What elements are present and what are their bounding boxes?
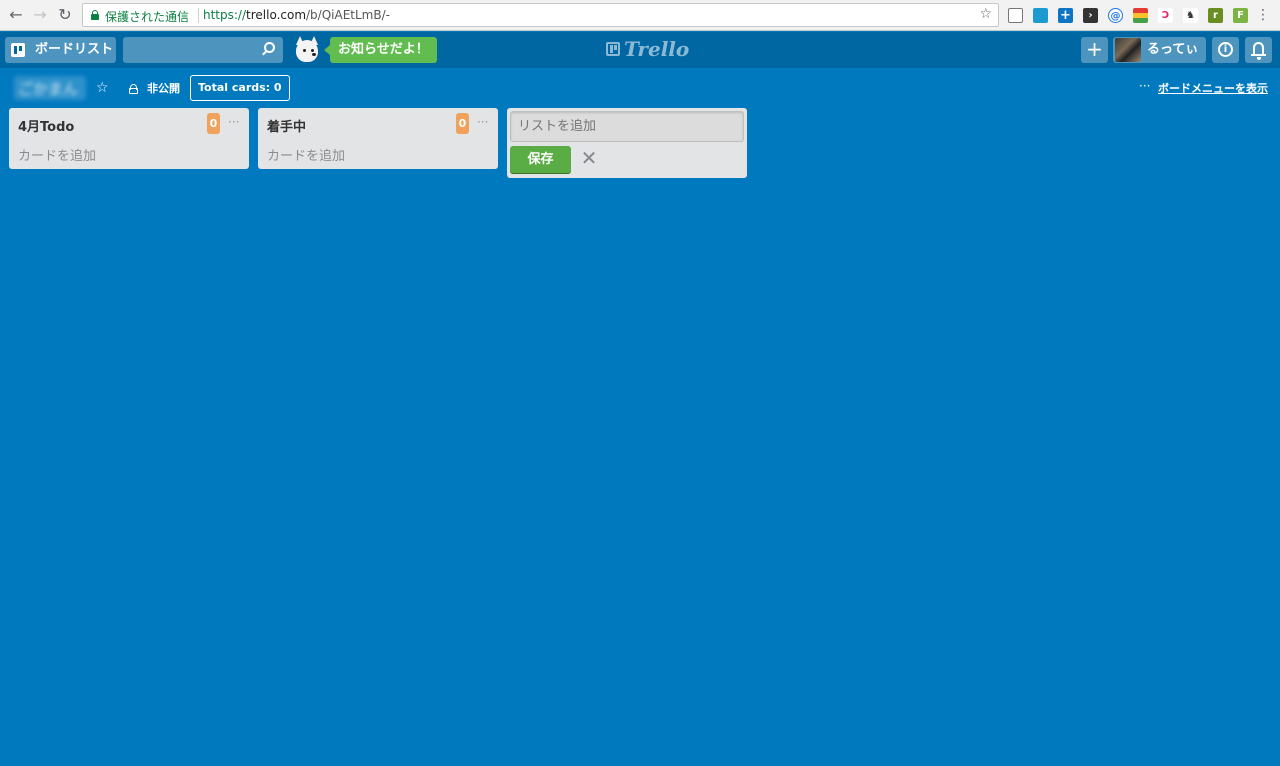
f-extension-icon[interactable]: F <box>1233 8 1248 23</box>
taco-mascot-icon[interactable] <box>290 34 324 68</box>
visibility-label[interactable]: 非公開 <box>147 80 180 96</box>
color-extension-icon[interactable] <box>1133 8 1148 23</box>
plus-extension-icon[interactable]: + <box>1058 8 1073 23</box>
browser-menu-icon[interactable]: ⋮ <box>1256 6 1270 24</box>
boards-button-label: ボードリスト <box>35 42 114 57</box>
list-menu-icon[interactable]: ··· <box>228 115 239 129</box>
browser-toolbar: ← → ↻ 保護された通信 https://trello.com/b/QiAEt… <box>0 0 1280 31</box>
evernote-extension-icon[interactable]: ♞ <box>1183 8 1198 23</box>
back-arrow-icon[interactable]: ← <box>6 5 26 25</box>
notifications-button[interactable] <box>1245 37 1272 63</box>
trello-logo-text[interactable]: Trello <box>624 38 689 60</box>
trello-logo-icon[interactable] <box>606 42 620 56</box>
add-card-link[interactable]: カードを追加 <box>18 145 96 164</box>
lock-icon <box>91 10 99 20</box>
forward-arrow-icon[interactable]: → <box>30 5 50 25</box>
member-menu-button[interactable]: るってぃ <box>1113 37 1206 63</box>
more-dots-icon[interactable]: ··· <box>1139 79 1150 93</box>
pocket-extension-icon[interactable]: Ɔ <box>1158 8 1173 23</box>
show-board-menu-link[interactable]: ボードメニューを表示 <box>1158 80 1268 96</box>
close-icon[interactable]: ✕ <box>579 148 599 168</box>
search-icon[interactable] <box>264 42 275 53</box>
board-title-text: ごかまん <box>18 80 79 98</box>
reload-icon[interactable]: ↻ <box>55 5 75 25</box>
news-button[interactable]: お知らせだよ！ <box>324 37 437 63</box>
info-icon: i <box>1218 42 1233 57</box>
search-input[interactable] <box>123 37 283 63</box>
address-separator <box>198 8 199 23</box>
boards-button[interactable]: ボードリスト <box>5 37 116 63</box>
add-list-composer: 保存 ✕ <box>507 108 747 178</box>
user-name: るってぃ <box>1147 42 1199 57</box>
list-title[interactable]: 4月Todo <box>18 116 74 135</box>
private-lock-icon[interactable] <box>129 84 138 94</box>
save-button[interactable]: 保存 <box>510 146 571 173</box>
bookmark-star-icon[interactable]: ☆ <box>979 6 992 22</box>
add-card-link[interactable]: カードを追加 <box>267 145 345 164</box>
star-icon[interactable]: ☆ <box>96 78 109 98</box>
at-extension-icon[interactable]: @ <box>1108 8 1123 23</box>
board-title[interactable]: ごかまん <box>14 76 86 100</box>
list: 着手中 0 ··· カードを追加 <box>258 108 498 169</box>
add-list-input[interactable] <box>510 111 744 142</box>
url-scheme: https:// <box>203 8 247 22</box>
list: 4月Todo 0 ··· カードを追加 <box>9 108 249 169</box>
url-path: /b/QiAEtLmB/- <box>306 8 390 22</box>
list-menu-icon[interactable]: ··· <box>477 115 488 129</box>
url-host: trello.com <box>246 8 307 22</box>
list-title[interactable]: 着手中 <box>267 116 306 135</box>
board-icon <box>11 43 25 57</box>
url-text[interactable]: https://trello.com/b/QiAEtLmB/- <box>203 8 390 22</box>
avatar <box>1115 38 1141 62</box>
bell-icon <box>1251 42 1266 60</box>
feedly-extension-icon[interactable]: r <box>1208 8 1223 23</box>
secure-label: 保護された通信 <box>105 10 190 24</box>
card-count-badge: 0 <box>207 113 220 134</box>
info-button[interactable]: i <box>1212 37 1239 63</box>
address-bar[interactable]: 保護された通信 https://trello.com/b/QiAEtLmB/- … <box>82 3 999 27</box>
trello-extension-icon[interactable] <box>1033 8 1048 23</box>
card-count-badge: 0 <box>456 113 469 134</box>
total-cards-badge: Total cards: 0 <box>190 75 290 101</box>
arrow-extension-icon[interactable]: › <box>1083 8 1098 23</box>
tab-extension-icon[interactable] <box>1008 8 1023 23</box>
create-button[interactable]: + <box>1081 37 1108 63</box>
